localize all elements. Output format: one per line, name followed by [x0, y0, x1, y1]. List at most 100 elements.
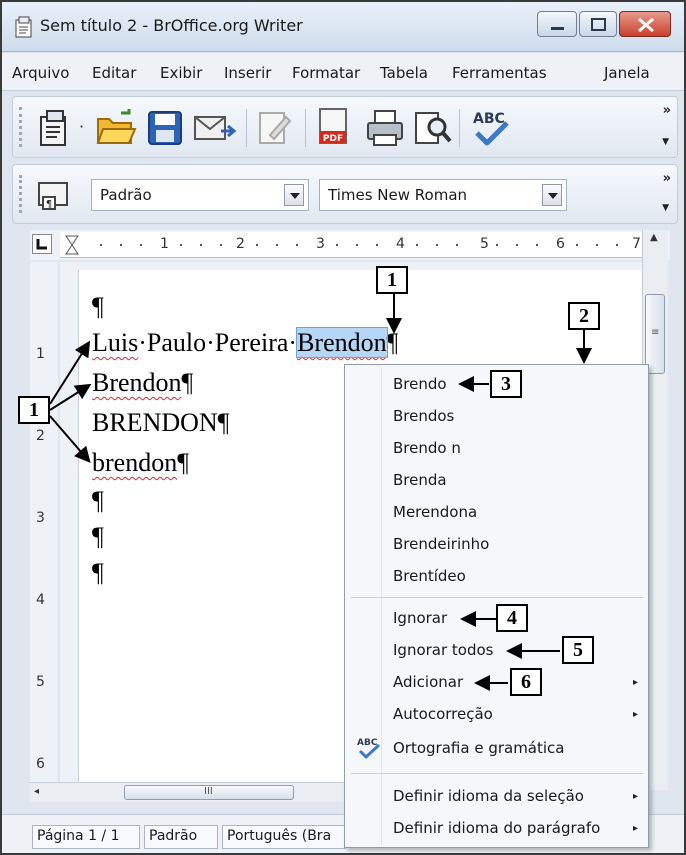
paragraph-mark[interactable]: ¶ — [92, 292, 104, 322]
toolbar-grip[interactable] — [19, 107, 23, 147]
status-style[interactable]: Padrão — [144, 825, 218, 849]
suggestion-item[interactable]: Brendo n — [393, 439, 461, 457]
misspelled-word[interactable]: Luis — [92, 328, 138, 357]
suggestion-item[interactable]: Brentídeo — [393, 567, 466, 585]
horizontal-ruler[interactable]: 1 2 3 4 5 6 7 — [60, 232, 642, 258]
callout-label: 1 — [18, 396, 50, 424]
menu-editar[interactable]: Editar — [92, 64, 136, 82]
ruler-number: 5 — [480, 236, 489, 252]
email-icon[interactable] — [193, 113, 237, 143]
ruler-number: 5 — [36, 674, 45, 690]
toolbar-more-button[interactable]: » — [663, 103, 671, 118]
paragraph-style-dropdown[interactable] — [284, 184, 304, 206]
toolbar-overflow-icon[interactable]: ▼ — [662, 203, 669, 213]
callout-label: 2 — [568, 302, 600, 330]
window-title: Sem título 2 - BrOffice.org Writer — [40, 16, 303, 35]
ruler-number: 4 — [396, 236, 405, 252]
close-button[interactable] — [619, 11, 671, 37]
suggestion-item[interactable]: Merendona — [393, 503, 477, 521]
callout-label: 4 — [496, 604, 528, 632]
misspelled-word[interactable]: Brendon — [92, 368, 182, 397]
close-icon — [638, 17, 654, 33]
svg-text:ABC: ABC — [473, 111, 505, 127]
chevron-down-icon — [548, 193, 558, 199]
selected-word[interactable]: Brendon — [296, 327, 388, 358]
maximize-button[interactable] — [579, 11, 617, 37]
menu-janela[interactable]: Janela — [604, 64, 650, 82]
menu-separator — [351, 597, 643, 598]
new-document-icon[interactable] — [35, 109, 75, 147]
grip-icon: ≡ — [651, 327, 660, 338]
toolbar-more-button[interactable]: » — [663, 171, 671, 186]
menu-bar: Arquivo Editar Exibir Inserir Formatar T… — [2, 53, 684, 91]
paragraph-style-combo[interactable]: Padrão — [91, 179, 309, 211]
menu-separator — [351, 773, 643, 774]
formatting-toolbar: ¶ Padrão Times New Roman » ▼ — [12, 164, 678, 224]
status-language[interactable]: Português (Bra — [222, 825, 346, 849]
menu-formatar[interactable]: Formatar — [292, 64, 360, 82]
toolbar-grip[interactable] — [19, 175, 23, 213]
vertical-scroll-thumb[interactable]: ≡ — [645, 294, 665, 374]
spelling-grammar-item[interactable]: Ortografia e gramática — [393, 739, 565, 757]
submenu-arrow-icon: ▸ — [632, 709, 638, 720]
callout-label: 6 — [510, 668, 542, 696]
callout-label: 5 — [562, 636, 594, 664]
indent-marker-icon[interactable] — [64, 234, 80, 256]
paragraph-mark[interactable]: ¶ — [92, 486, 104, 516]
tab-stop-button[interactable] — [32, 234, 52, 254]
menu-arquivo[interactable]: Arquivo — [12, 64, 69, 82]
autocorrect-item[interactable]: Autocorreção — [393, 705, 493, 723]
toolbar-separator — [459, 109, 460, 147]
add-to-dictionary-item[interactable]: Adicionar — [393, 673, 463, 691]
minimize-button[interactable] — [537, 11, 577, 37]
uppercase-word[interactable]: BRENDON — [92, 408, 218, 437]
submenu-arrow-icon: ▸ — [632, 823, 638, 834]
set-language-paragraph-item[interactable]: Definir idioma do parágrafo — [393, 819, 600, 837]
scroll-left-icon[interactable]: ◂ — [34, 786, 39, 797]
text-line[interactable]: BRENDON¶ — [92, 408, 229, 438]
spellcheck-icon[interactable]: ABC — [469, 107, 513, 149]
paragraph-style-value: Padrão — [100, 186, 152, 204]
scroll-up-icon[interactable]: ▲ — [650, 232, 658, 243]
text-line[interactable]: Brendon¶ — [92, 368, 193, 398]
save-icon[interactable] — [147, 110, 183, 146]
submenu-arrow-icon: ▸ — [632, 791, 638, 802]
svg-text:¶: ¶ — [46, 199, 52, 210]
menu-ferramentas[interactable]: Ferramentas — [452, 64, 547, 82]
text-line[interactable]: Luis·Paulo·Pereira·Brendon¶ — [92, 327, 398, 358]
menu-inserir[interactable]: Inserir — [224, 64, 271, 82]
text-line[interactable]: brendon¶ — [92, 448, 189, 478]
export-pdf-icon[interactable]: PDF — [317, 107, 351, 147]
open-folder-icon[interactable] — [95, 109, 137, 147]
page-preview-icon[interactable] — [413, 109, 453, 147]
font-name-dropdown[interactable] — [542, 184, 562, 206]
status-page[interactable]: Página 1 / 1 — [32, 825, 140, 849]
font-name-combo[interactable]: Times New Roman — [319, 179, 567, 211]
set-language-selection-item[interactable]: Definir idioma da seleção — [393, 787, 584, 805]
misspelled-word[interactable]: brendon — [92, 448, 177, 477]
title-bar: Sem título 2 - BrOffice.org Writer — [2, 2, 684, 52]
suggestion-item[interactable]: Brendos — [393, 407, 454, 425]
suggestion-item[interactable]: Brendeirinho — [393, 535, 489, 553]
ignore-item[interactable]: Ignorar — [393, 609, 447, 627]
callout-label: 3 — [490, 370, 522, 398]
vertical-ruler[interactable]: 1 2 3 4 5 6 — [30, 262, 58, 782]
menu-tabela[interactable]: Tabela — [380, 64, 428, 82]
ignore-all-item[interactable]: Ignorar todos — [393, 641, 494, 659]
menu-exibir[interactable]: Exibir — [160, 64, 202, 82]
spellcheck-icon: ABC — [357, 738, 381, 759]
dropdown-arrow-icon[interactable]: · — [79, 117, 84, 136]
paragraph-mark[interactable]: ¶ — [92, 522, 104, 552]
toolbar-overflow-icon[interactable]: ▼ — [662, 137, 669, 147]
suggestion-item[interactable]: Brendo — [393, 375, 447, 393]
paragraph-mark[interactable]: ¶ — [92, 558, 104, 588]
styles-icon[interactable]: ¶ — [35, 175, 75, 215]
minimize-icon — [551, 27, 564, 30]
left-tab-icon — [36, 239, 47, 250]
svg-text:PDF: PDF — [323, 134, 343, 144]
edit-file-icon[interactable] — [256, 109, 292, 147]
suggestion-item[interactable]: Brenda — [393, 471, 447, 489]
print-icon[interactable] — [365, 109, 405, 147]
ruler-number: 6 — [36, 756, 45, 772]
ruler-number: 2 — [236, 236, 245, 252]
